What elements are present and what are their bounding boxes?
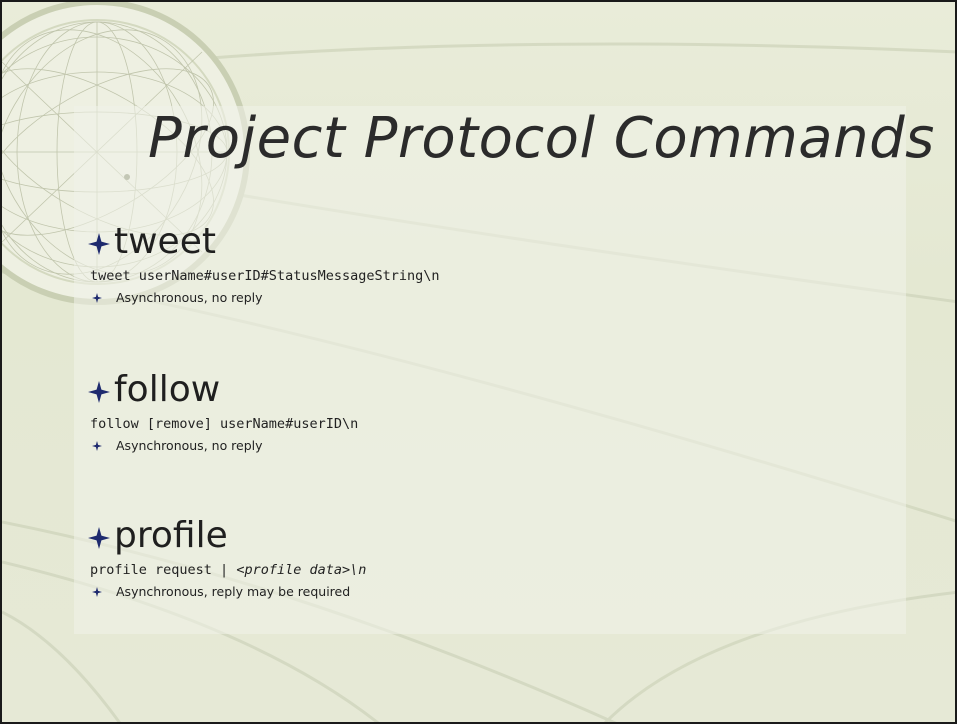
command-syntax: profile request | <profile data>\n [90, 562, 908, 578]
four-point-star-icon [92, 586, 102, 597]
heading-text: profile [114, 515, 228, 556]
four-point-star-icon [88, 381, 110, 403]
bullet-item: Asynchronous, reply may be required [92, 584, 908, 599]
heading-text: follow [114, 369, 221, 410]
four-point-star-icon [92, 440, 102, 451]
heading-text: tweet [114, 221, 216, 262]
section-heading: profile [88, 514, 908, 558]
section-heading: follow [88, 368, 908, 412]
section-profile: profile profile request | <profile data>… [88, 514, 908, 599]
bullet-text: Asynchronous, no reply [116, 438, 263, 453]
section-tweet: tweet tweet userName#userID#StatusMessag… [88, 220, 908, 305]
bullet-text: Asynchronous, reply may be required [116, 584, 351, 599]
command-syntax: tweet userName#userID#StatusMessageStrin… [90, 268, 440, 284]
command-syntax-italic: <profile data>\n [236, 562, 367, 578]
four-point-star-icon [88, 527, 110, 549]
bullet-text: Asynchronous, no reply [116, 290, 263, 305]
four-point-star-icon [88, 233, 110, 255]
command-syntax: follow [remove] userName#userID\n [90, 416, 359, 432]
section-follow: follow follow [remove] userName#userID\n… [88, 368, 908, 453]
four-point-star-icon [92, 292, 102, 303]
section-heading: tweet [88, 220, 908, 264]
slide: Project Protocol Commands tweet tweet us… [0, 0, 957, 724]
bullet-item: Asynchronous, no reply [92, 438, 908, 453]
slide-title: Project Protocol Commands [148, 106, 935, 171]
command-syntax-prefix: profile request | [90, 562, 237, 578]
bullet-item: Asynchronous, no reply [92, 290, 908, 305]
